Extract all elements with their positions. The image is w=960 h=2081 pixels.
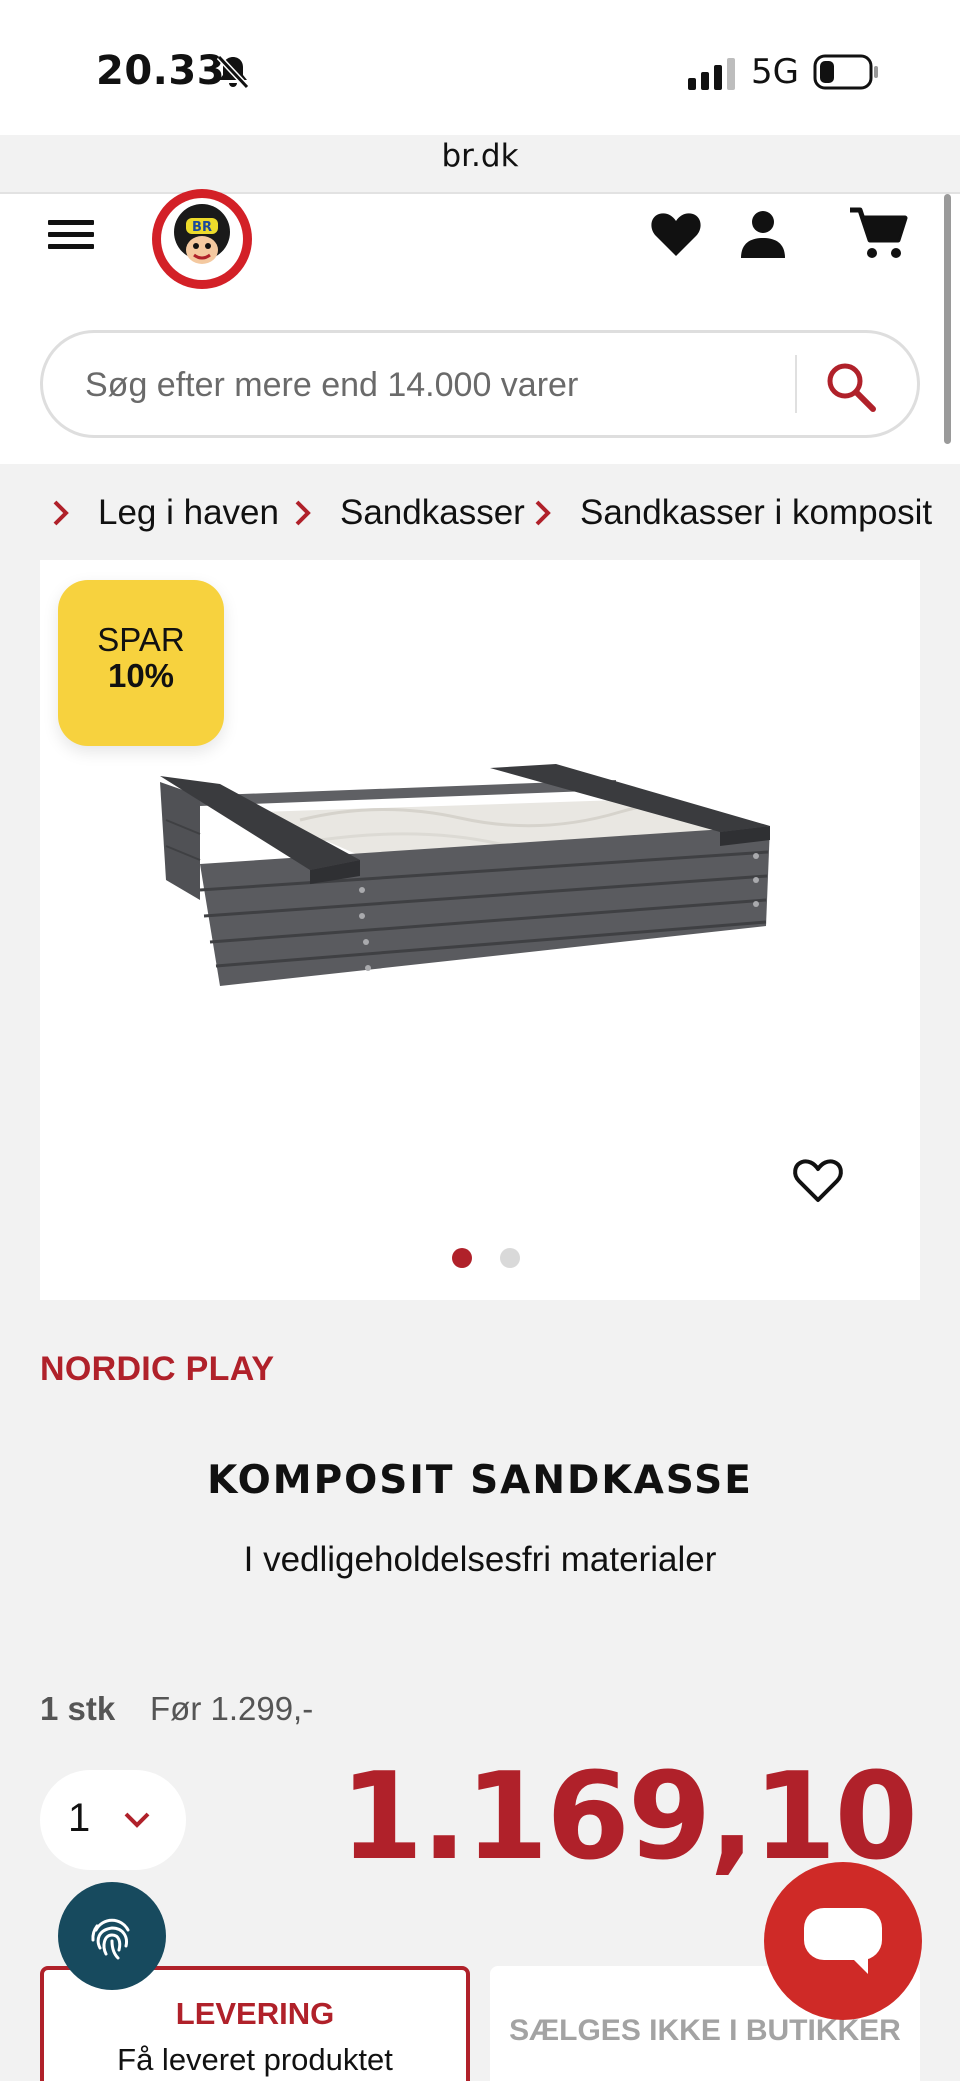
breadcrumb-item-leg-i-haven[interactable]: Leg i haven bbox=[50, 486, 279, 540]
delivery-text: Få leveret produktet bbox=[117, 2042, 393, 2077]
battery-icon bbox=[813, 54, 878, 90]
search-divider bbox=[795, 355, 797, 413]
breadcrumb-label: Sandkasser i komposit bbox=[580, 493, 933, 532]
fingerprint-icon bbox=[91, 1918, 130, 1960]
favorite-heart-icon[interactable] bbox=[790, 1154, 846, 1206]
breadcrumb: Leg i haven Sandkasser Sandkasser i komp… bbox=[40, 486, 940, 540]
search-input[interactable] bbox=[85, 359, 785, 411]
chevron-down-icon bbox=[124, 1812, 150, 1828]
chevron-right-icon bbox=[535, 500, 551, 526]
chat-bubble-icon bbox=[804, 1908, 882, 1974]
network-label: 5G bbox=[751, 52, 799, 92]
logo-text: BR bbox=[192, 220, 212, 235]
signal-icon bbox=[688, 58, 735, 90]
product-brand[interactable]: NORDIC PLAY bbox=[40, 1350, 274, 1389]
carousel-dot-active[interactable] bbox=[452, 1248, 472, 1268]
discount-badge-label: SPAR bbox=[97, 621, 185, 658]
user-icon[interactable] bbox=[738, 208, 788, 260]
status-bar: 20.33 5G br.dk bbox=[0, 0, 960, 194]
fingerprint-button[interactable] bbox=[58, 1882, 166, 1990]
unit-label: 1 stk bbox=[40, 1690, 116, 1727]
carousel-dots bbox=[452, 1248, 532, 1270]
cart-icon[interactable] bbox=[848, 206, 908, 262]
before-price: Før 1.299,- bbox=[150, 1690, 314, 1727]
heart-icon[interactable] bbox=[648, 206, 704, 262]
breadcrumb-item-sandkasser[interactable]: Sandkasser bbox=[292, 486, 525, 540]
page-scrollbar[interactable] bbox=[944, 194, 951, 444]
carousel-dot[interactable] bbox=[500, 1248, 520, 1268]
product-subtitle: I vedligeholdelsesfri materialer bbox=[243, 1540, 717, 1579]
store-text: SÆLGES IKKE I BUTIKKER bbox=[509, 2014, 901, 2047]
search-icon[interactable] bbox=[821, 357, 881, 417]
bell-off-icon bbox=[216, 54, 250, 90]
delivery-title: LEVERING bbox=[175, 1996, 335, 2031]
address-bar-url[interactable]: br.dk bbox=[0, 138, 960, 174]
product-gallery[interactable]: SPAR 10% bbox=[40, 560, 920, 1300]
discount-badge: SPAR 10% bbox=[58, 580, 224, 746]
chevron-right-icon bbox=[295, 500, 311, 526]
chat-button[interactable] bbox=[764, 1862, 922, 2020]
breadcrumb-label: Leg i haven bbox=[98, 493, 279, 532]
status-time: 20.33 bbox=[96, 48, 226, 94]
quantity-selector[interactable]: 1 bbox=[40, 1770, 186, 1870]
breadcrumb-label: Sandkasser bbox=[340, 493, 525, 532]
chevron-right-icon bbox=[53, 500, 69, 526]
product-title: KOMPOSIT SANDKASSE bbox=[207, 1458, 753, 1503]
breadcrumb-item-sandkasser-i-komposit[interactable]: Sandkasser i komposit bbox=[532, 486, 932, 540]
quantity-value: 1 bbox=[68, 1796, 91, 1840]
discount-badge-value: 10% bbox=[107, 657, 175, 694]
br-logo[interactable]: BR bbox=[148, 186, 256, 292]
product-image[interactable] bbox=[160, 760, 800, 1000]
menu-icon[interactable] bbox=[44, 210, 100, 260]
search-bar bbox=[40, 330, 920, 438]
